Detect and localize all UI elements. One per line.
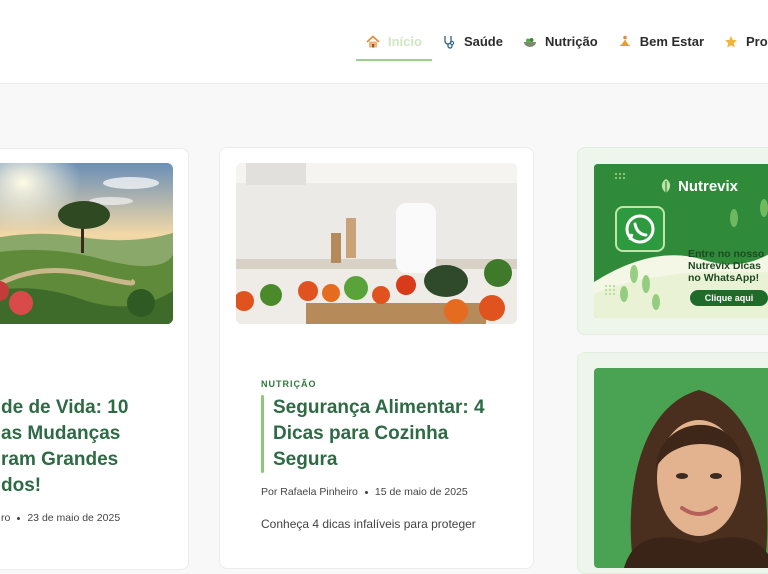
nav-item-produto[interactable]: Produto [714, 0, 768, 83]
post-title-line: Segurança Alimentar: 4 [273, 397, 485, 418]
post-thumbnail-landscape[interactable] [0, 163, 173, 324]
post-card[interactable]: NUTRIÇÃO Segurança Alimentar: 4 Dicas pa… [219, 147, 534, 569]
post-date: 23 de maio de 2025 [27, 512, 121, 524]
nav-label-inicio: Início [388, 34, 422, 49]
nav-label-nutricao: Nutrição [544, 34, 598, 49]
portrait-image[interactable] [594, 368, 768, 568]
promo-text-line: Entre no nosso [688, 248, 765, 260]
post-title-line: as Mudanças [1, 423, 121, 444]
post-title-line: ram Grandes [1, 449, 119, 470]
post-card[interactable]: de de Vida: 10 as Mudanças ram Grandes d… [0, 148, 189, 570]
leaf-logo-icon [661, 179, 671, 193]
post-title-line: dos! [1, 475, 42, 496]
whatsapp-icon [615, 206, 665, 252]
nav-label-produto: Produto [746, 34, 768, 49]
sidebar-portrait-widget [577, 352, 768, 574]
main-menu: Início Saúde Nutrição Bem Estar Pro [356, 0, 768, 83]
home-icon [366, 34, 380, 47]
promo-text-line: Nutrevix Dicas [688, 260, 761, 272]
nav-item-inicio[interactable]: Início [356, 0, 432, 83]
meditation-icon [619, 35, 631, 46]
nav-label-saude: Saúde [463, 34, 503, 49]
nav-label-bem-estar: Bem Estar [639, 34, 705, 49]
nav-item-bem-estar[interactable]: Bem Estar [608, 0, 714, 83]
promo-text: Entre no nosso Nutrevix Dicas no WhatsAp… [688, 248, 764, 284]
post-title[interactable]: Segurança Alimentar: 4 Dicas para Cozinh… [273, 395, 518, 473]
post-excerpt: Conheça 4 dicas infalíveis para proteger [261, 517, 476, 531]
post-title-line: Segura [273, 449, 338, 470]
post-meta: ro 23 de maio de 2025 [1, 512, 120, 524]
promo-cta-button[interactable]: Clique aqui [690, 290, 768, 306]
nav-item-saude[interactable]: Saúde [432, 0, 513, 83]
promo-text-line: no WhatsApp! [688, 272, 760, 284]
post-title-line: de de Vida: 10 [1, 397, 129, 418]
post-author[interactable]: Por Rafaela Pinheiro [261, 486, 358, 498]
promo-brand: Nutrevix [678, 178, 739, 195]
stethoscope-icon [444, 35, 455, 49]
nav-item-nutricao[interactable]: Nutrição [513, 0, 608, 83]
post-title-line: Dicas para Cozinha [273, 423, 449, 444]
post-category[interactable]: NUTRIÇÃO [261, 379, 317, 389]
post-title[interactable]: de de Vida: 10 as Mudanças ram Grandes d… [1, 395, 188, 499]
meta-separator [17, 516, 21, 520]
sidebar-promo-widget: Nutrevix Entre no nosso Nutrevix Dicas n… [577, 147, 768, 335]
whatsapp-promo-banner[interactable]: Nutrevix Entre no nosso Nutrevix Dicas n… [594, 164, 768, 318]
salad-icon [523, 37, 536, 47]
post-author[interactable]: ro [1, 512, 10, 524]
post-meta: Por Rafaela Pinheiro 15 de maio de 2025 [261, 486, 468, 498]
meta-separator [364, 490, 368, 494]
top-navigation-bar: Início Saúde Nutrição Bem Estar Pro [0, 0, 768, 84]
post-thumbnail-kitchen[interactable] [236, 163, 517, 324]
title-accent-bar [261, 395, 264, 473]
star-icon [725, 35, 738, 47]
post-date: 15 de maio de 2025 [374, 486, 468, 498]
